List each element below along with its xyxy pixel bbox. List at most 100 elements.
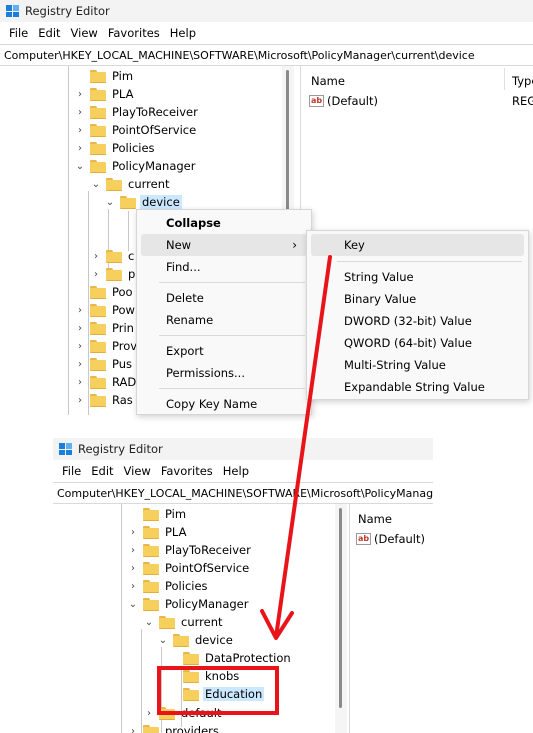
- tree-item-partial-ras[interactable]: › Ras: [74, 391, 135, 409]
- tree-item-partial-p[interactable]: › p: [90, 265, 137, 283]
- menu-item-find[interactable]: Find...: [137, 256, 311, 278]
- chevron-down-icon[interactable]: ⌄: [127, 598, 139, 610]
- menu-edit[interactable]: Edit: [33, 26, 65, 40]
- column-header-type[interactable]: Type: [512, 74, 533, 88]
- tree-item-default[interactable]: › default: [143, 704, 223, 722]
- tree-item-pointofservice[interactable]: › PointOfService: [127, 559, 251, 577]
- tree-item-partial-poo[interactable]: › Poo: [74, 283, 135, 301]
- chevron-right-icon[interactable]: ›: [74, 106, 86, 118]
- folder-icon: [90, 376, 106, 389]
- menu-item-rename[interactable]: Rename: [137, 309, 311, 331]
- tree-item-education[interactable]: › Education: [167, 685, 265, 703]
- tree-item-device[interactable]: ⌄ device: [157, 631, 235, 649]
- menu-favorites[interactable]: Favorites: [156, 464, 218, 478]
- submenu-item-string-value[interactable]: String Value: [307, 266, 528, 288]
- chevron-right-icon[interactable]: ›: [127, 544, 139, 556]
- tree-item-pla[interactable]: › PLA: [127, 523, 188, 541]
- chevron-down-icon[interactable]: ⌄: [143, 616, 155, 628]
- tree-item-providers[interactable]: › providers: [127, 722, 221, 733]
- tree-item-pointofservice[interactable]: › PointOfService: [74, 121, 198, 139]
- tree-item-playtoreceiver[interactable]: › PlayToReceiver: [127, 541, 253, 559]
- tree-item-partial-pus[interactable]: › Pus: [74, 355, 134, 373]
- chevron-right-icon[interactable]: ›: [127, 526, 139, 538]
- chevron-right-icon[interactable]: ›: [74, 88, 86, 100]
- folder-icon: [143, 598, 159, 611]
- chevron-down-icon[interactable]: ⌄: [104, 196, 116, 208]
- chevron-right-icon[interactable]: ›: [74, 304, 86, 316]
- tree-item-policies[interactable]: › Policies: [74, 139, 157, 157]
- menu-help[interactable]: Help: [165, 26, 201, 40]
- folder-icon: [173, 634, 189, 647]
- chevron-right-icon[interactable]: ›: [127, 725, 139, 733]
- menu-item-new[interactable]: New ›: [141, 234, 307, 256]
- address-path: Computer\HKEY_LOCAL_MACHINE\SOFTWARE\Mic…: [57, 486, 433, 500]
- tree-item-policies[interactable]: › Policies: [127, 577, 210, 595]
- title-bar: Registry Editor: [53, 438, 433, 460]
- address-path: Computer\HKEY_LOCAL_MACHINE\SOFTWARE\Mic…: [4, 48, 475, 62]
- tree-item-policymanager[interactable]: ⌄ PolicyManager: [74, 157, 198, 175]
- column-header-name[interactable]: Name: [311, 74, 345, 88]
- chevron-down-icon[interactable]: ⌄: [74, 160, 86, 172]
- chevron-right-icon[interactable]: ›: [74, 358, 86, 370]
- menu-edit[interactable]: Edit: [86, 464, 118, 478]
- chevron-right-icon[interactable]: ›: [143, 707, 155, 719]
- folder-icon: [90, 106, 106, 119]
- chevron-right-icon[interactable]: ›: [74, 340, 86, 352]
- chevron-right-icon[interactable]: ›: [74, 142, 86, 154]
- tree-item-current[interactable]: ⌄ current: [143, 613, 225, 631]
- tree-item-pim[interactable]: › Pim: [127, 505, 188, 523]
- folder-icon: [183, 670, 199, 683]
- address-bar[interactable]: Computer\HKEY_LOCAL_MACHINE\SOFTWARE\Mic…: [53, 482, 433, 504]
- value-row-default[interactable]: ab (Default): [356, 532, 425, 546]
- chevron-right-icon[interactable]: ›: [127, 562, 139, 574]
- submenu-item-multi-string-value[interactable]: Multi-String Value: [307, 354, 528, 376]
- menu-view[interactable]: View: [66, 26, 103, 40]
- menu-item-collapse[interactable]: Collapse: [137, 212, 311, 234]
- chevron-right-icon[interactable]: ›: [74, 124, 86, 136]
- chevron-right-icon[interactable]: ›: [90, 250, 102, 262]
- menu-item-export[interactable]: Export: [137, 340, 311, 362]
- menu-file[interactable]: File: [57, 464, 86, 478]
- chevron-right-icon[interactable]: ›: [74, 394, 86, 406]
- tree-item-partial-c[interactable]: › c: [90, 247, 136, 265]
- menu-file[interactable]: File: [4, 26, 33, 40]
- tree-item-playtoreceiver[interactable]: › PlayToReceiver: [74, 103, 200, 121]
- scrollbar-thumb[interactable]: [339, 508, 342, 708]
- column-header-name[interactable]: Name: [358, 512, 392, 526]
- submenu-item-qword-value[interactable]: QWORD (64-bit) Value: [307, 332, 528, 354]
- tree-item-dataprotection[interactable]: › DataProtection: [167, 649, 293, 667]
- folder-icon: [90, 124, 106, 137]
- submenu-item-binary-value[interactable]: Binary Value: [307, 288, 528, 310]
- menu-favorites[interactable]: Favorites: [103, 26, 165, 40]
- menu-item-copy-key-name[interactable]: Copy Key Name: [137, 393, 311, 415]
- tree-item-partial-rad[interactable]: › RAD: [74, 373, 138, 391]
- chevron-right-icon[interactable]: ›: [74, 376, 86, 388]
- menu-help[interactable]: Help: [218, 464, 254, 478]
- value-row-default[interactable]: ab (Default): [309, 94, 378, 108]
- submenu-item-expandable-string-value[interactable]: Expandable String Value: [307, 376, 528, 398]
- tree-item-pla[interactable]: › PLA: [74, 85, 135, 103]
- submenu-item-dword-value[interactable]: DWORD (32-bit) Value: [307, 310, 528, 332]
- tree-scrollbar[interactable]: [335, 504, 347, 733]
- tree-item-partial-pow[interactable]: › Pow: [74, 301, 137, 319]
- chevron-down-icon[interactable]: ⌄: [90, 178, 102, 190]
- chevron-right-icon[interactable]: ›: [127, 580, 139, 592]
- address-bar[interactable]: Computer\HKEY_LOCAL_MACHINE\SOFTWARE\Mic…: [0, 44, 533, 66]
- tree-item-knobs[interactable]: › knobs: [167, 667, 241, 685]
- chevron-right-icon[interactable]: ›: [90, 268, 102, 280]
- menu-view[interactable]: View: [119, 464, 156, 478]
- registry-editor-icon: [6, 5, 19, 17]
- menu-item-delete[interactable]: Delete: [137, 287, 311, 309]
- chevron-right-icon[interactable]: ›: [74, 322, 86, 334]
- menu-item-permissions[interactable]: Permissions...: [137, 362, 311, 384]
- tree-item-policymanager[interactable]: ⌄ PolicyManager: [127, 595, 251, 613]
- window-title: Registry Editor: [78, 442, 163, 456]
- tree-item-partial-prov[interactable]: › Prov: [74, 337, 139, 355]
- tree-item-current[interactable]: ⌄ current: [90, 175, 172, 193]
- value-type: REG_: [512, 94, 533, 108]
- submenu-item-key[interactable]: Key: [311, 234, 524, 256]
- folder-icon: [143, 526, 159, 539]
- chevron-down-icon[interactable]: ⌄: [157, 634, 169, 646]
- tree-item-partial-prin[interactable]: › Prin: [74, 319, 136, 337]
- tree-item-pim[interactable]: › Pim: [74, 67, 135, 85]
